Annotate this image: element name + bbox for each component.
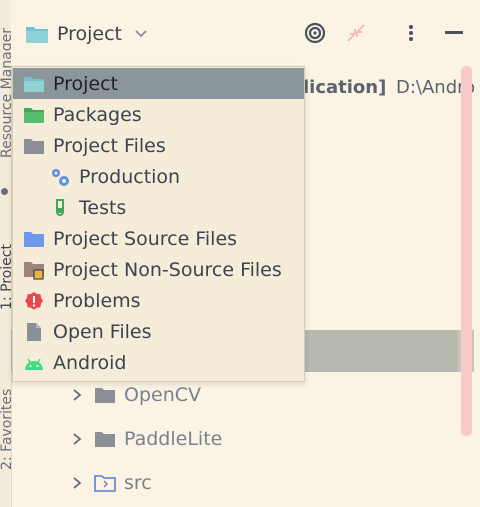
chevron-down-icon bbox=[135, 30, 147, 38]
menu-item-label: Project bbox=[53, 72, 119, 95]
menu-item-label: Project Non-Source Files bbox=[53, 258, 282, 281]
tree-row-label: OpenCV bbox=[124, 384, 202, 406]
menu-item-label: Project Source Files bbox=[53, 227, 238, 250]
chevron-right-icon bbox=[73, 433, 82, 445]
selected-tree-row[interactable] bbox=[302, 330, 460, 372]
menu-item-project-non-source-files[interactable]: Project Non-Source Files bbox=[13, 254, 304, 285]
tree-row-label: src bbox=[124, 472, 152, 494]
test-tube-icon bbox=[49, 198, 71, 218]
locate-target-icon bbox=[304, 22, 326, 44]
menu-item-android[interactable]: Android bbox=[13, 347, 304, 378]
menu-item-packages[interactable]: Packages bbox=[13, 99, 304, 130]
tree-row-opencv[interactable]: OpenCV bbox=[70, 380, 201, 410]
more-options-icon bbox=[409, 25, 413, 41]
module-name-partial: lication] bbox=[303, 77, 387, 98]
menu-item-label: Production bbox=[79, 165, 181, 188]
vertical-scrollbar[interactable] bbox=[461, 66, 472, 436]
project-panel-header: Project bbox=[11, 0, 480, 66]
source-module-folder-icon bbox=[94, 475, 116, 492]
tree-row-src[interactable]: src bbox=[70, 468, 152, 498]
strip-separator-dot bbox=[1, 188, 8, 195]
project-folder-icon bbox=[26, 26, 48, 43]
folder-icon bbox=[23, 136, 45, 156]
android-icon bbox=[23, 353, 45, 373]
project-folder-icon bbox=[23, 74, 45, 94]
menu-item-label: Tests bbox=[79, 196, 127, 219]
menu-item-label: Packages bbox=[53, 103, 142, 126]
chevron-right-icon bbox=[73, 477, 82, 489]
source-folder-icon bbox=[23, 229, 45, 249]
problems-icon bbox=[23, 291, 45, 311]
view-dropdown-menu: Project Packages Project Files Productio… bbox=[12, 66, 305, 382]
collapse-all-button[interactable] bbox=[343, 20, 369, 46]
menu-item-project[interactable]: Project bbox=[13, 68, 304, 99]
file-icon bbox=[23, 322, 45, 342]
project-tab[interactable]: 1: Project bbox=[0, 244, 11, 310]
tree-row-label: PaddleLite bbox=[124, 428, 223, 450]
folder-icon bbox=[95, 388, 115, 403]
view-selector-label: Project bbox=[57, 23, 123, 45]
menu-item-problems[interactable]: Problems bbox=[13, 285, 304, 316]
menu-item-production[interactable]: Production bbox=[13, 161, 304, 192]
tool-window-strip: Resource Manager 1: Project 2: Favorites bbox=[0, 0, 12, 507]
collapse-all-icon bbox=[347, 24, 365, 42]
hide-panel-icon bbox=[445, 31, 463, 34]
menu-item-label: Android bbox=[53, 351, 127, 374]
view-selector[interactable]: Project bbox=[25, 21, 148, 47]
hide-panel-button[interactable] bbox=[441, 20, 467, 46]
more-options-button[interactable] bbox=[398, 20, 424, 46]
chevron-right-icon bbox=[73, 389, 82, 401]
menu-item-label: Project Files bbox=[53, 134, 166, 157]
packages-folder-icon bbox=[23, 105, 45, 125]
menu-item-label: Open Files bbox=[53, 320, 152, 343]
locate-target-button[interactable] bbox=[302, 20, 328, 46]
favorites-tab[interactable]: 2: Favorites bbox=[0, 389, 11, 470]
production-gears-icon bbox=[49, 167, 71, 187]
menu-item-tests[interactable]: Tests bbox=[13, 192, 304, 223]
non-source-folder-icon bbox=[23, 260, 45, 280]
menu-item-project-source-files[interactable]: Project Source Files bbox=[13, 223, 304, 254]
folder-icon bbox=[95, 432, 115, 447]
tree-row-paddlelite[interactable]: PaddleLite bbox=[70, 424, 222, 454]
menu-item-label: Problems bbox=[53, 289, 141, 312]
menu-item-project-files[interactable]: Project Files bbox=[13, 130, 304, 161]
menu-item-open-files[interactable]: Open Files bbox=[13, 316, 304, 347]
